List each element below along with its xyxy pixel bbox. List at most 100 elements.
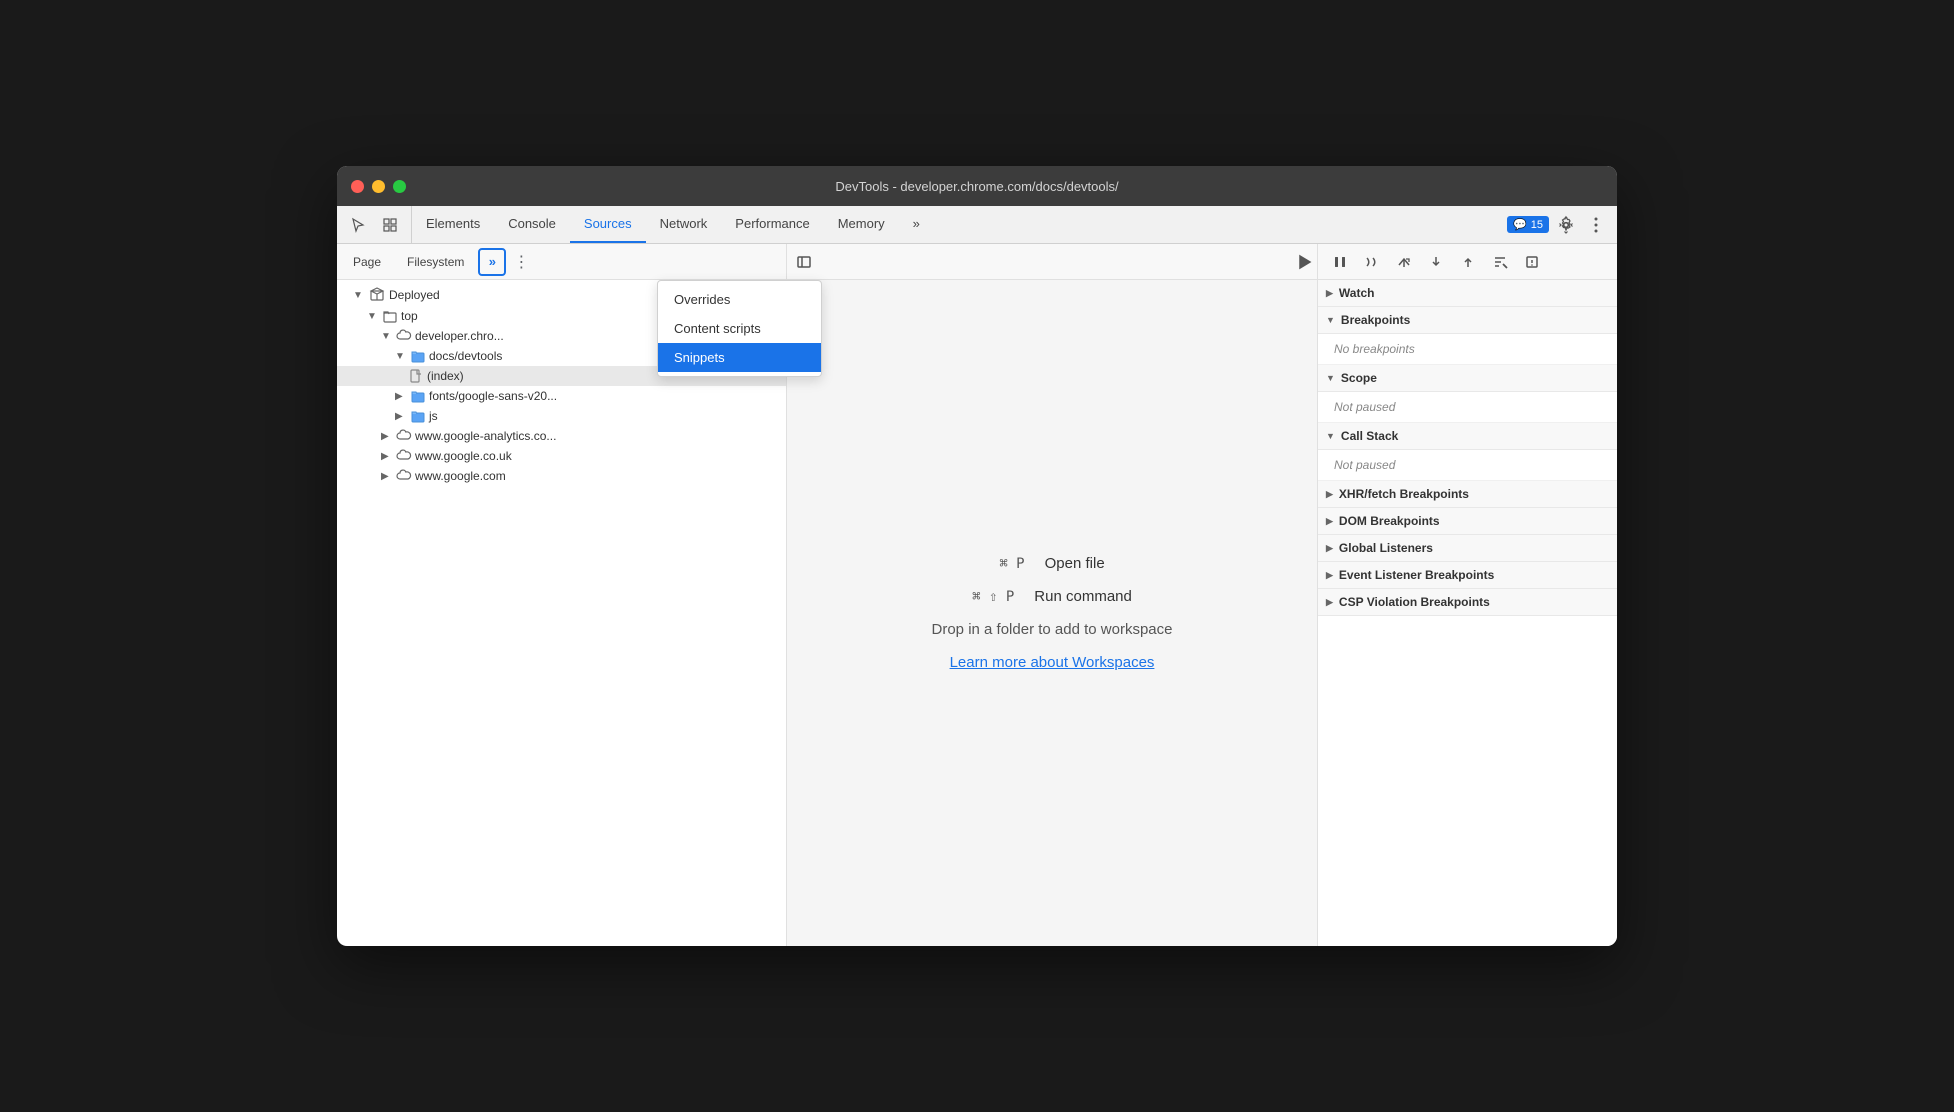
global-listeners-section-header[interactable]: ▶ Global Listeners bbox=[1318, 535, 1617, 562]
editor-toolbar bbox=[787, 244, 1317, 280]
close-button[interactable] bbox=[351, 180, 364, 193]
csp-arrow: ▶ bbox=[1326, 597, 1333, 608]
dom-label: DOM Breakpoints bbox=[1339, 514, 1440, 528]
menu-item-content-scripts[interactable]: Content scripts bbox=[658, 314, 821, 343]
deactivate-breakpoints-button[interactable] bbox=[1486, 248, 1514, 276]
tree-label: docs/devtools bbox=[429, 349, 502, 363]
left-panel: Page Filesystem » ⋮ Overrides C bbox=[337, 244, 787, 946]
global-arrow: ▶ bbox=[1326, 543, 1333, 554]
tree-label: www.google-analytics.co... bbox=[415, 429, 556, 443]
run-command-shortcut: ⌘ ⇧ P bbox=[972, 589, 1014, 605]
watch-arrow: ▶ bbox=[1326, 288, 1333, 299]
cube-icon bbox=[369, 287, 385, 303]
cursor-icon[interactable] bbox=[345, 212, 371, 238]
tab-network[interactable]: Network bbox=[646, 206, 722, 243]
tree-item-google-uk[interactable]: ▶ www.google.co.uk bbox=[337, 446, 786, 466]
debugger-toolbar bbox=[1318, 244, 1617, 280]
tab-page[interactable]: Page bbox=[341, 249, 393, 275]
settings-icon[interactable] bbox=[1553, 212, 1579, 238]
drop-folder-text: Drop in a folder to add to workspace bbox=[932, 621, 1173, 638]
tree-item-google-com[interactable]: ▶ www.google.com bbox=[337, 466, 786, 486]
event-arrow: ▶ bbox=[1326, 570, 1333, 581]
notifications-badge[interactable]: 💬 15 bbox=[1507, 216, 1549, 233]
maximize-button[interactable] bbox=[393, 180, 406, 193]
folder-blue-icon bbox=[411, 349, 425, 363]
xhr-label: XHR/fetch Breakpoints bbox=[1339, 487, 1469, 501]
file-icon bbox=[409, 369, 423, 383]
cloud-icon-4 bbox=[397, 469, 411, 483]
global-label: Global Listeners bbox=[1339, 541, 1433, 555]
dom-arrow: ▶ bbox=[1326, 516, 1333, 527]
tab-performance[interactable]: Performance bbox=[721, 206, 823, 243]
minimize-button[interactable] bbox=[372, 180, 385, 193]
title-bar: DevTools - developer.chrome.com/docs/dev… bbox=[337, 166, 1617, 206]
learn-more-row: Learn more about Workspaces bbox=[950, 654, 1155, 671]
close-editor-icon[interactable] bbox=[791, 249, 817, 275]
left-icons bbox=[337, 206, 412, 243]
more-options-icon[interactable] bbox=[1583, 212, 1609, 238]
window-title: DevTools - developer.chrome.com/docs/dev… bbox=[835, 179, 1118, 194]
step-into-button[interactable] bbox=[1422, 248, 1450, 276]
menu-item-snippets[interactable]: Snippets bbox=[658, 343, 821, 372]
tree-item-js[interactable]: ▶ js bbox=[337, 406, 786, 426]
tree-item-fonts[interactable]: ▶ fonts/google-sans-v20... bbox=[337, 386, 786, 406]
inspect-icon[interactable] bbox=[377, 212, 403, 238]
csp-section-header[interactable]: ▶ CSP Violation Breakpoints bbox=[1318, 589, 1617, 616]
tab-more-options[interactable]: ⋮ bbox=[508, 249, 534, 275]
cloud-icon bbox=[397, 329, 411, 343]
tab-more[interactable]: » bbox=[899, 206, 934, 243]
step-over-button[interactable] bbox=[1390, 248, 1418, 276]
cloud-icon-3 bbox=[397, 449, 411, 463]
menu-item-overrides[interactable]: Overrides bbox=[658, 285, 821, 314]
tab-filesystem[interactable]: Filesystem bbox=[395, 249, 476, 275]
workspace-content: ⌘ P Open file ⌘ ⇧ P Run command Drop in … bbox=[787, 280, 1317, 946]
file-tree: ▼ Deployed ▼ top bbox=[337, 280, 786, 946]
step-out-button[interactable] bbox=[1454, 248, 1482, 276]
call-stack-section-header[interactable]: ▼ Call Stack bbox=[1318, 423, 1617, 450]
tree-label: www.google.com bbox=[415, 469, 506, 483]
tab-memory[interactable]: Memory bbox=[824, 206, 899, 243]
cloud-icon-2 bbox=[397, 429, 411, 443]
devtools-tabs: Elements Console Sources Network Perform… bbox=[337, 206, 1617, 244]
dropdown-menu: Overrides Content scripts Snippets bbox=[657, 280, 822, 377]
folder-blue-icon-3 bbox=[411, 409, 425, 423]
breakpoints-arrow: ▼ bbox=[1326, 315, 1335, 325]
watch-label: Watch bbox=[1339, 286, 1375, 300]
middle-panel: ⌘ P Open file ⌘ ⇧ P Run command Drop in … bbox=[787, 244, 1317, 946]
tab-console[interactable]: Console bbox=[494, 206, 570, 243]
tree-item-analytics[interactable]: ▶ www.google-analytics.co... bbox=[337, 426, 786, 446]
play-editor-icon[interactable] bbox=[1291, 249, 1317, 275]
tab-sources[interactable]: Sources bbox=[570, 206, 646, 243]
breakpoints-section-header[interactable]: ▼ Breakpoints bbox=[1318, 307, 1617, 334]
expand-arrow: ▼ bbox=[353, 290, 365, 301]
xhr-section-header[interactable]: ▶ XHR/fetch Breakpoints bbox=[1318, 481, 1617, 508]
resume-button[interactable] bbox=[1358, 248, 1386, 276]
scope-section-header[interactable]: ▼ Scope bbox=[1318, 365, 1617, 392]
learn-more-link[interactable]: Learn more about Workspaces bbox=[950, 654, 1155, 671]
open-file-row: ⌘ P Open file bbox=[999, 555, 1104, 572]
call-stack-arrow: ▼ bbox=[1326, 431, 1335, 441]
watch-section-header[interactable]: ▶ Watch bbox=[1318, 280, 1617, 307]
tree-label: www.google.co.uk bbox=[415, 449, 512, 463]
scope-label: Scope bbox=[1341, 371, 1377, 385]
breakpoints-label: Breakpoints bbox=[1341, 313, 1410, 327]
pause-exceptions-button[interactable] bbox=[1518, 248, 1546, 276]
csp-label: CSP Violation Breakpoints bbox=[1339, 595, 1490, 609]
drop-folder-row: Drop in a folder to add to workspace bbox=[932, 621, 1173, 638]
event-label: Event Listener Breakpoints bbox=[1339, 568, 1494, 582]
tree-label: Deployed bbox=[389, 288, 440, 302]
tab-elements[interactable]: Elements bbox=[412, 206, 494, 243]
traffic-lights bbox=[351, 180, 406, 193]
event-listener-section-header[interactable]: ▶ Event Listener Breakpoints bbox=[1318, 562, 1617, 589]
dom-section-header[interactable]: ▶ DOM Breakpoints bbox=[1318, 508, 1617, 535]
tree-label: fonts/google-sans-v20... bbox=[429, 389, 557, 403]
devtools-window: DevTools - developer.chrome.com/docs/dev… bbox=[337, 166, 1617, 946]
run-command-label: Run command bbox=[1034, 588, 1132, 605]
right-toolbar: 💬 15 bbox=[1499, 206, 1617, 243]
tree-label: js bbox=[429, 409, 438, 423]
devtools-body: Page Filesystem » ⋮ Overrides C bbox=[337, 244, 1617, 946]
pause-button[interactable] bbox=[1326, 248, 1354, 276]
folder-blue-icon-2 bbox=[411, 389, 425, 403]
more-tabs-button[interactable]: » bbox=[478, 248, 506, 276]
xhr-arrow: ▶ bbox=[1326, 489, 1333, 500]
